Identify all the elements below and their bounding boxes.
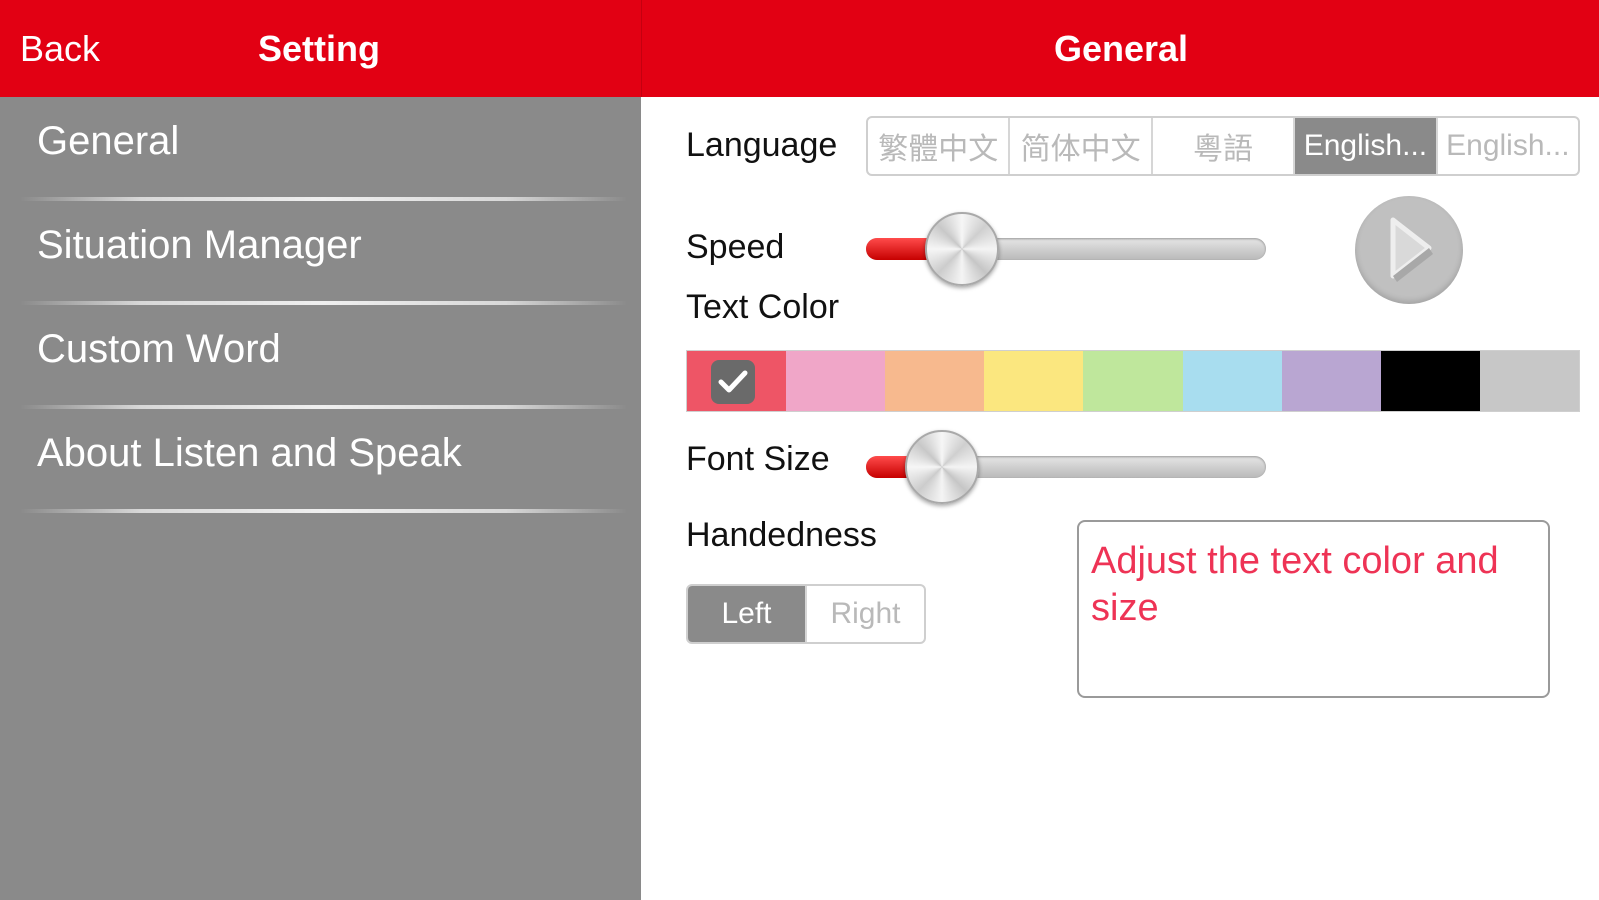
sidebar-header: Back Setting: [0, 0, 641, 97]
play-button[interactable]: [1355, 196, 1463, 304]
settings-sidebar: Back Setting General Situation Manager C…: [0, 0, 641, 900]
language-option-english-1[interactable]: English...: [1295, 118, 1438, 174]
sidebar-divider: [20, 509, 627, 513]
text-color-palette: [686, 350, 1580, 412]
handedness-option-left[interactable]: Left: [688, 586, 807, 642]
language-option-simplified-chinese[interactable]: 简体中文: [1010, 118, 1153, 174]
font-size-slider[interactable]: [866, 428, 1266, 508]
handedness-label: Handedness: [686, 516, 877, 554]
color-swatch-orange[interactable]: [885, 351, 985, 411]
language-label: Language: [686, 126, 838, 164]
play-icon: [1379, 214, 1439, 287]
page-title: General: [1053, 28, 1189, 69]
font-size-label: Font Size: [686, 440, 830, 478]
sidebar-title: Setting: [258, 28, 380, 69]
color-swatch-gray[interactable]: [1479, 351, 1579, 411]
sidebar-item-general[interactable]: General: [0, 97, 641, 201]
handedness-option-right[interactable]: Right: [807, 586, 924, 642]
slider-thumb[interactable]: [905, 430, 979, 504]
general-settings-panel: General Language 繁體中文 简体中文 粵語 English...…: [641, 0, 1599, 900]
panel-header: General: [641, 0, 1599, 97]
color-swatch-pink[interactable]: [786, 351, 886, 411]
color-swatch-blue[interactable]: [1182, 351, 1282, 411]
color-swatch-purple[interactable]: [1281, 351, 1381, 411]
sidebar-item-label: About Listen and Speak: [37, 431, 462, 475]
color-swatch-green[interactable]: [1083, 351, 1183, 411]
sidebar-item-label: General: [37, 119, 180, 163]
text-color-label: Text Color: [686, 288, 840, 326]
language-option-traditional-chinese[interactable]: 繁體中文: [868, 118, 1011, 174]
checkmark-icon: [711, 360, 755, 404]
sidebar-item-custom-word[interactable]: Custom Word: [0, 305, 641, 409]
language-selector: 繁體中文 简体中文 粵語 English... English...: [866, 116, 1580, 176]
slider-thumb[interactable]: [925, 212, 999, 286]
sidebar-item-about[interactable]: About Listen and Speak: [0, 409, 641, 513]
color-swatch-yellow[interactable]: [984, 351, 1084, 411]
text-preview-box: Adjust the text color and size: [1077, 520, 1550, 698]
color-swatch-red[interactable]: [687, 351, 787, 411]
sidebar-item-situation-manager[interactable]: Situation Manager: [0, 201, 641, 305]
language-option-english-2[interactable]: English...: [1438, 118, 1578, 174]
sidebar-item-label: Situation Manager: [37, 223, 362, 267]
language-option-cantonese[interactable]: 粵語: [1153, 118, 1296, 174]
speed-label: Speed: [686, 228, 785, 266]
color-swatch-black[interactable]: [1380, 351, 1480, 411]
handedness-selector: Left Right: [686, 584, 926, 644]
speed-slider[interactable]: [866, 210, 1266, 290]
sidebar-item-label: Custom Word: [37, 327, 281, 371]
back-button[interactable]: Back: [20, 28, 100, 70]
